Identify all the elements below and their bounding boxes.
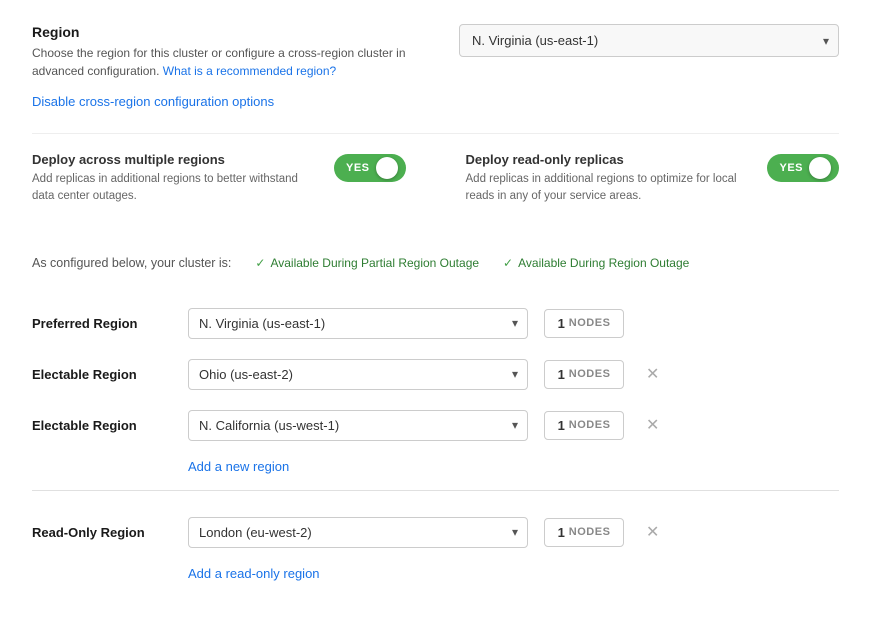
deploy-readonly-info: Deploy read-only replicas Add replicas i… — [466, 152, 752, 206]
deploy-multi-region-toggle-item: Deploy across multiple regions Add repli… — [32, 152, 406, 206]
electable-region-1-select[interactable]: Ohio (us-east-2) N. Virginia (us-east-1)… — [188, 359, 528, 390]
electable-region-1-nodes-badge: 1 NODES — [544, 360, 624, 389]
readonly-region-1-nodes-count: 1 — [558, 525, 565, 540]
electable-region-row-2: Electable Region N. California (us-west-… — [32, 400, 839, 451]
region-info: Region Choose the region for this cluste… — [32, 24, 412, 80]
electable-region-1-remove-button[interactable]: ✕ — [640, 362, 665, 386]
deploy-readonly-desc: Add replicas in additional regions to op… — [466, 171, 746, 206]
region-header: Region Choose the region for this cluste… — [32, 24, 839, 80]
full-outage-check-icon: ✓ — [503, 256, 513, 270]
electable-region-2-select[interactable]: N. California (us-west-1) N. Virginia (u… — [188, 410, 528, 441]
deploy-multi-region-toggle-circle — [376, 157, 398, 179]
readonly-region-1-label: Read-Only Region — [32, 525, 172, 540]
deploy-readonly-switch[interactable]: YES — [767, 154, 839, 182]
region-title: Region — [32, 24, 412, 40]
recommended-region-link[interactable]: What is a recommended region? — [163, 64, 336, 78]
electable-region-2-select-wrapper: N. California (us-west-1) N. Virginia (u… — [188, 410, 528, 441]
electable-region-1-nodes-label: NODES — [569, 368, 611, 380]
preferred-region-label: Preferred Region — [32, 316, 172, 331]
deploy-multi-region-label: Deploy across multiple regions — [32, 152, 318, 167]
readonly-region-1-nodes-label: NODES — [569, 526, 611, 538]
deploy-multi-region-info: Deploy across multiple regions Add repli… — [32, 152, 318, 206]
region-select[interactable]: N. Virginia (us-east-1) Ohio (us-east-2)… — [459, 24, 839, 57]
status-bar: As configured below, your cluster is: ✓ … — [32, 244, 839, 282]
preferred-region-nodes-count: 1 — [558, 316, 565, 331]
disable-cross-region-link[interactable]: Disable cross-region configuration optio… — [32, 94, 274, 109]
electable-region-2-label: Electable Region — [32, 418, 172, 433]
readonly-regions-section: Read-Only Region London (eu-west-2) N. V… — [32, 507, 839, 581]
deploy-readonly-toggle-circle — [809, 157, 831, 179]
electable-region-1-nodes-count: 1 — [558, 367, 565, 382]
readonly-region-1-remove-button[interactable]: ✕ — [640, 520, 665, 544]
electable-region-1-label: Electable Region — [32, 367, 172, 382]
add-new-region-link[interactable]: Add a new region — [188, 459, 289, 474]
region-select-wrapper: N. Virginia (us-east-1) Ohio (us-east-2)… — [459, 24, 839, 57]
partial-outage-text: Available During Partial Region Outage — [270, 256, 479, 270]
preferred-region-nodes-badge: 1 NODES — [544, 309, 624, 338]
electable-region-1-select-wrapper: Ohio (us-east-2) N. Virginia (us-east-1)… — [188, 359, 528, 390]
electable-region-2-nodes-count: 1 — [558, 418, 565, 433]
partial-outage-check-icon: ✓ — [255, 256, 265, 270]
region-description: Choose the region for this cluster or co… — [32, 44, 412, 80]
electable-region-2-nodes-badge: 1 NODES — [544, 411, 624, 440]
electable-region-2-remove-button[interactable]: ✕ — [640, 413, 665, 437]
deploy-multi-region-toggle-text: YES — [346, 162, 370, 174]
add-readonly-region-link[interactable]: Add a read-only region — [188, 566, 320, 581]
preferred-region-row: Preferred Region N. Virginia (us-east-1)… — [32, 298, 839, 349]
preferred-region-nodes-label: NODES — [569, 317, 611, 329]
deploy-multi-region-desc: Add replicas in additional regions to be… — [32, 171, 312, 206]
readonly-region-1-select-wrapper: London (eu-west-2) N. Virginia (us-east-… — [188, 517, 528, 548]
preferred-region-select[interactable]: N. Virginia (us-east-1) Ohio (us-east-2)… — [188, 308, 528, 339]
preferred-region-select-wrapper: N. Virginia (us-east-1) Ohio (us-east-2)… — [188, 308, 528, 339]
toggle-section: Deploy across multiple regions Add repli… — [32, 133, 839, 224]
deploy-readonly-replicas-toggle-item: Deploy read-only replicas Add replicas i… — [466, 152, 840, 206]
electable-regions-section: Preferred Region N. Virginia (us-east-1)… — [32, 298, 839, 474]
deploy-multi-region-switch[interactable]: YES — [334, 154, 406, 182]
partial-outage-badge: ✓ Available During Partial Region Outage — [255, 256, 479, 270]
electable-region-2-nodes-label: NODES — [569, 419, 611, 431]
readonly-region-1-select[interactable]: London (eu-west-2) N. Virginia (us-east-… — [188, 517, 528, 548]
deploy-readonly-toggle-text: YES — [779, 162, 803, 174]
section-divider — [32, 490, 839, 491]
status-label: As configured below, your cluster is: — [32, 256, 231, 270]
electable-region-row-1: Electable Region Ohio (us-east-2) N. Vir… — [32, 349, 839, 400]
deploy-readonly-label: Deploy read-only replicas — [466, 152, 752, 167]
readonly-region-row-1: Read-Only Region London (eu-west-2) N. V… — [32, 507, 839, 558]
readonly-region-1-nodes-badge: 1 NODES — [544, 518, 624, 547]
full-outage-text: Available During Region Outage — [518, 256, 689, 270]
full-outage-badge: ✓ Available During Region Outage — [503, 256, 689, 270]
